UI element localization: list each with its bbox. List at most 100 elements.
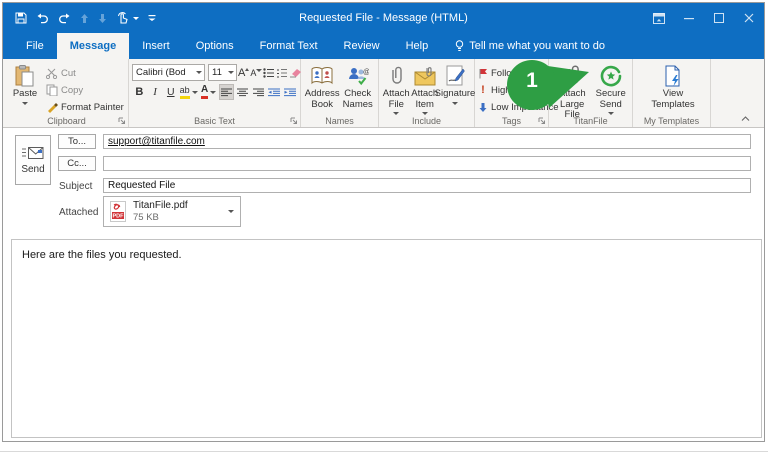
send-button[interactable]: Send (15, 135, 51, 185)
tab-review[interactable]: Review (331, 33, 393, 59)
paste-label: Paste (13, 89, 37, 100)
tags-dialog-launcher-icon[interactable] (538, 117, 546, 125)
secure-send-button[interactable]: Secure Send (592, 61, 629, 115)
quick-access-toolbar (3, 12, 156, 24)
compose-header: Send To... support@titanfile.com Cc... S… (3, 128, 764, 239)
signature-label: Signature (435, 89, 476, 100)
decrease-indent-button[interactable] (267, 84, 282, 100)
subject-field[interactable]: Requested File (103, 178, 751, 193)
message-body[interactable]: Here are the files you requested. (11, 239, 762, 438)
grow-font-button[interactable]: A (238, 65, 249, 81)
tell-me-label: Tell me what you want to do (469, 40, 605, 52)
collapse-ribbon-icon[interactable] (741, 116, 750, 122)
tab-file[interactable]: File (13, 33, 57, 59)
align-center-button[interactable] (235, 84, 250, 100)
font-color-button[interactable]: A (199, 84, 218, 100)
attachment-chip[interactable]: PDF TitanFile.pdf 75 KB (103, 196, 241, 227)
outlook-message-window: Requested File - Message (HTML) File Mes… (2, 2, 765, 442)
font-name-select[interactable]: Calibri (Bod (132, 64, 205, 81)
cc-button-label: Cc... (67, 158, 87, 169)
low-importance-arrow-icon (478, 102, 488, 113)
underline-button[interactable]: U (163, 84, 178, 100)
secure-send-label: Secure Send (592, 89, 629, 110)
tab-options[interactable]: Options (183, 33, 247, 59)
clipboard-group-label: Clipboard (5, 116, 128, 126)
font-name-value: Calibri (Bod (136, 67, 194, 78)
cut-button[interactable]: Cut (46, 65, 124, 81)
font-size-caret-icon (228, 71, 234, 74)
scissors-icon (46, 68, 58, 79)
format-painter-icon (46, 101, 58, 113)
minimize-button[interactable] (674, 3, 704, 33)
basic-text-dialog-launcher-icon[interactable] (290, 117, 298, 125)
format-painter-label: Format Painter (61, 102, 124, 113)
attachment-caret-icon[interactable] (228, 210, 234, 213)
format-painter-button[interactable]: Format Painter (46, 99, 124, 115)
subject-value: Requested File (108, 180, 175, 191)
group-clipboard: Paste Cut Copy Format Painter Clipboard (5, 59, 129, 127)
step-callout: 1 (505, 56, 591, 112)
to-value[interactable]: support@titanfile.com (108, 136, 205, 147)
shrink-font-button[interactable]: A (250, 65, 262, 81)
view-templates-button[interactable]: View Templates (644, 61, 702, 111)
copy-button[interactable]: Copy (46, 82, 124, 98)
address-book-icon (311, 64, 333, 88)
send-label: Send (21, 164, 44, 175)
bullets-button[interactable] (263, 65, 275, 81)
svg-text:@: @ (363, 69, 369, 76)
undo-icon[interactable] (36, 13, 49, 24)
attach-file-button[interactable]: Attach File (382, 61, 411, 115)
customize-qat-icon[interactable] (148, 14, 156, 23)
lightbulb-icon (455, 40, 464, 53)
secure-send-caret-icon (608, 112, 614, 115)
callout-number: 1 (517, 69, 547, 93)
to-field[interactable]: support@titanfile.com (103, 134, 751, 149)
group-basic-text: Calibri (Bod 11 A A (129, 59, 301, 127)
ribbon-display-options-icon[interactable] (644, 3, 674, 33)
maximize-button[interactable] (704, 3, 734, 33)
align-right-button[interactable] (251, 84, 266, 100)
basic-text-group-label: Basic Text (129, 116, 300, 126)
font-name-caret-icon (196, 71, 202, 74)
numbering-button[interactable] (276, 65, 288, 81)
paste-caret-icon (22, 102, 28, 105)
attachment-size: 75 KB (133, 212, 188, 223)
save-icon[interactable] (15, 12, 27, 24)
address-book-label: Address Book (304, 89, 340, 110)
tab-help[interactable]: Help (393, 33, 442, 59)
text-highlight-button[interactable]: ab (179, 84, 198, 100)
cc-field[interactable] (103, 156, 751, 171)
check-names-button[interactable]: @ Check Names (340, 61, 375, 111)
svg-text:PDF: PDF (113, 214, 125, 220)
to-button[interactable]: To... (58, 134, 96, 149)
ribbon: Paste Cut Copy Format Painter Clipboard (3, 59, 764, 128)
attach-file-caret-icon (393, 112, 399, 115)
attach-file-label: Attach File (382, 89, 411, 110)
cc-button[interactable]: Cc... (58, 156, 96, 171)
move-down-icon (98, 13, 107, 24)
subject-label: Subject (59, 181, 92, 192)
tab-insert[interactable]: Insert (129, 33, 183, 59)
names-group-label: Names (301, 116, 378, 126)
address-book-button[interactable]: Address Book (304, 61, 340, 111)
align-left-button[interactable] (219, 84, 234, 100)
envelope-paperclip-icon (414, 64, 436, 88)
attachment-name: TitanFile.pdf (133, 200, 188, 213)
redo-icon[interactable] (58, 13, 71, 24)
paperclip-icon (389, 64, 403, 88)
paste-button[interactable]: Paste (8, 61, 42, 111)
tab-format-text[interactable]: Format Text (247, 33, 331, 59)
increase-indent-button[interactable] (282, 84, 297, 100)
message-body-text: Here are the files you requested. (22, 249, 182, 261)
touch-mode-icon[interactable] (116, 12, 139, 24)
close-button[interactable] (734, 3, 764, 33)
italic-button[interactable]: I (148, 84, 163, 100)
font-size-select[interactable]: 11 (208, 64, 237, 81)
signature-icon (445, 64, 465, 88)
group-names: Address Book @ Check Names Names (301, 59, 379, 127)
clipboard-dialog-launcher-icon[interactable] (118, 117, 126, 125)
bold-button[interactable]: B (132, 84, 147, 100)
signature-button[interactable]: Signature (439, 61, 471, 111)
tab-message[interactable]: Message (57, 33, 129, 59)
window-controls (644, 3, 764, 33)
